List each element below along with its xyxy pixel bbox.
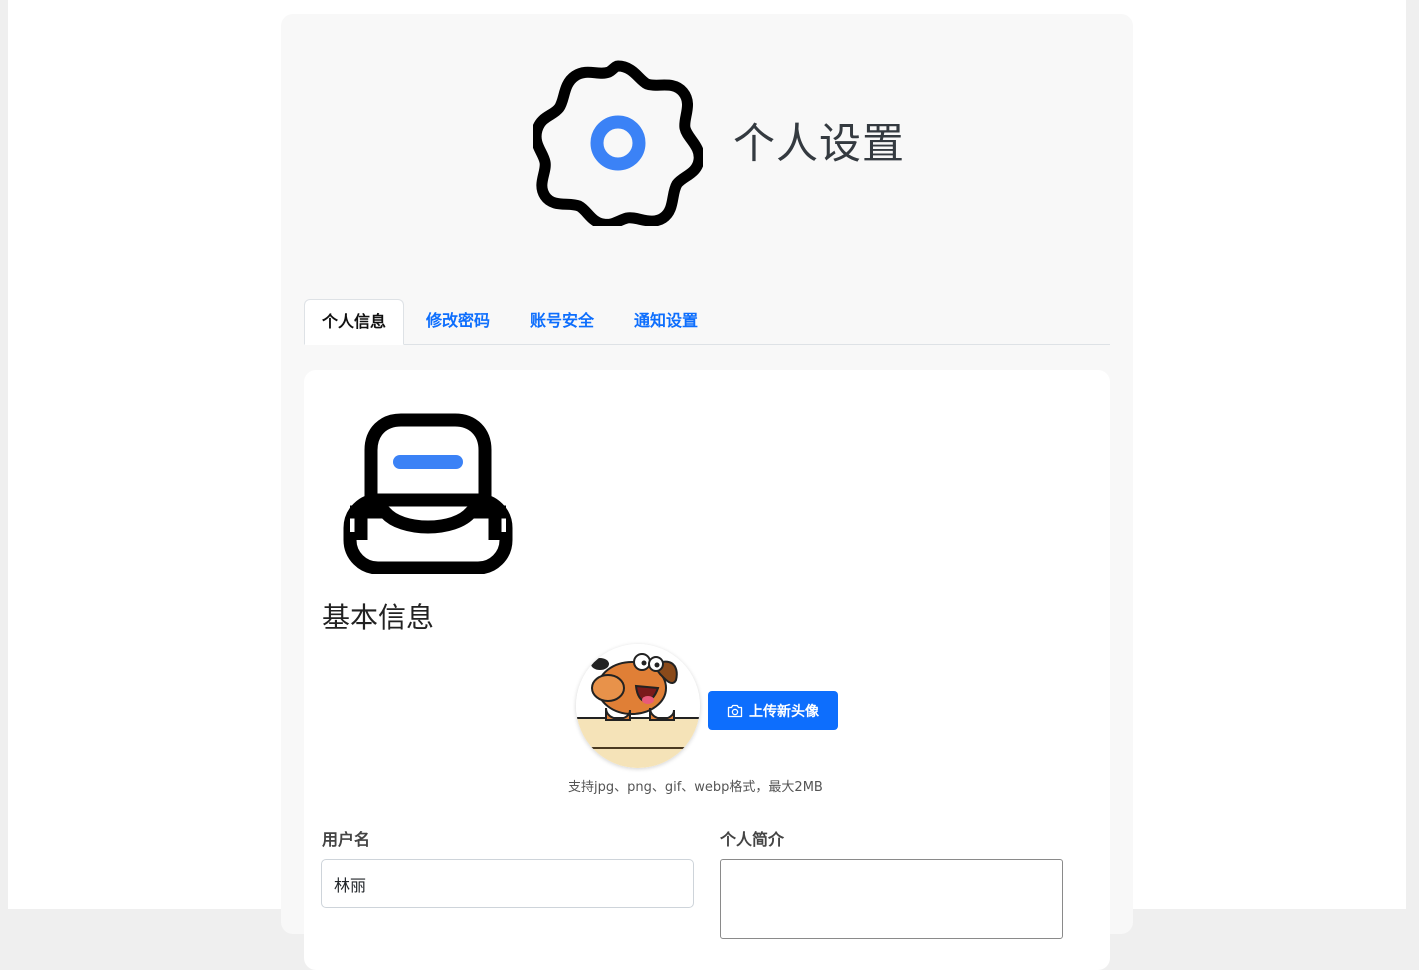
page: 个人设置 个人信息 修改密码 账号安全 通知设置 基本信息 上传新头像 支持jp… — [8, 0, 1406, 970]
camera-icon — [727, 704, 743, 717]
tab-change-password[interactable]: 修改密码 — [426, 299, 490, 344]
settings-panel: 个人设置 个人信息 修改密码 账号安全 通知设置 基本信息 上传新头像 支持jp… — [281, 14, 1133, 970]
basic-info-card: 基本信息 上传新头像 支持jpg、png、gif、webp格式，最大2MB 用户… — [304, 370, 1110, 970]
tab-notification-settings[interactable]: 通知设置 — [634, 299, 698, 344]
upload-avatar-label: 上传新头像 — [749, 703, 819, 720]
bio-textarea[interactable] — [720, 859, 1063, 939]
username-field[interactable] — [321, 859, 694, 908]
page-title: 个人设置 — [733, 119, 906, 168]
dog-avatar-image — [576, 644, 700, 768]
tab-account-security[interactable]: 账号安全 — [530, 299, 594, 344]
upload-hint: 支持jpg、png、gif、webp格式，最大2MB — [568, 780, 823, 795]
username-label: 用户名 — [322, 830, 371, 849]
avatar — [576, 644, 700, 768]
upload-avatar-button[interactable]: 上传新头像 — [708, 691, 838, 730]
tab-personal-info[interactable]: 个人信息 — [304, 299, 405, 345]
settings-gear-icon — [533, 60, 703, 226]
inbox-icon — [343, 413, 513, 574]
tab-bar: 个人信息 修改密码 账号安全 通知设置 — [304, 299, 1110, 345]
section-title: 基本信息 — [322, 601, 435, 634]
bio-label: 个人简介 — [720, 830, 785, 849]
